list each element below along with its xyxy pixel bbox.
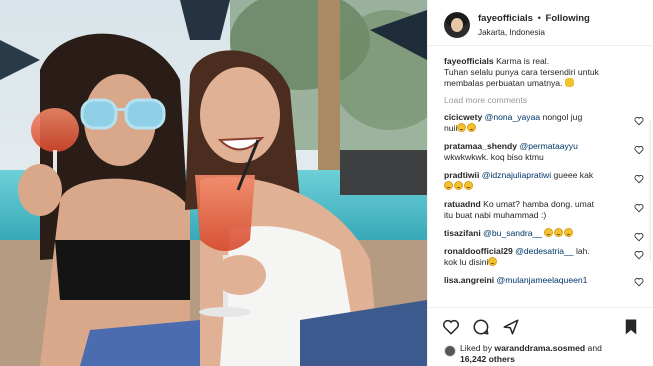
likes-count[interactable]: 16,242 others xyxy=(460,354,515,364)
comment-text: gueee kak xyxy=(551,170,594,180)
caption-line2: Tuhan selalu punya cara tersendiri untuk xyxy=(444,67,599,77)
heart-icon[interactable] xyxy=(634,174,644,184)
comment-username[interactable]: ronaldoofficial29 xyxy=(444,246,513,256)
bookmark-icon[interactable] xyxy=(622,318,640,336)
post-caption: fayeofficials Karma is real. Tuhan selal… xyxy=(444,56,644,89)
grin-emoji-icon xyxy=(467,123,477,132)
comment-text-line2: nuii xyxy=(444,123,458,133)
comment-item: pratamaa_shendy @permataayyu wkwkwkwk. k… xyxy=(444,141,644,163)
comment-mention[interactable]: @mulanjameelaqueen1 xyxy=(497,275,588,285)
comment-username[interactable]: ratuadnd xyxy=(444,199,481,209)
grin-emoji-icon xyxy=(554,228,564,237)
likes-summary: Liked by waranddrama.sosmed and 16,242 o… xyxy=(444,343,640,365)
comment-item: ronaldoofficial29 @dedesatria__ lah. kok… xyxy=(444,246,644,268)
post-side-panel: fayeofficials • Following Jakarta, Indon… xyxy=(427,0,653,366)
separator-dot: • xyxy=(537,13,541,24)
comment-mention[interactable]: @permataayyu xyxy=(519,141,577,151)
comment-item: cicicwety @nona_yayaa nongol jug nuii xyxy=(444,112,644,134)
pray-emoji-icon xyxy=(564,78,574,87)
comment-username[interactable]: lisa.angreini xyxy=(444,275,494,285)
likes-text: Liked by waranddrama.sosmed and 16,242 o… xyxy=(460,343,640,365)
post-location[interactable]: Jakarta, Indonesia xyxy=(478,28,545,37)
photo-illustration xyxy=(0,0,427,366)
comment-mention[interactable]: @nona_yayaa xyxy=(485,112,541,122)
comment-text: Ko umat? hamba dong. umat xyxy=(480,199,594,209)
comment-item: pradtiwii @idznajuliapratiwi gueee kak xyxy=(444,170,644,192)
comment-item: ratuadnd Ko umat? hamba dong. umat itu b… xyxy=(444,199,644,221)
comment-mention[interactable]: @idznajuliapratiwi xyxy=(482,170,551,180)
liker-avatar[interactable] xyxy=(444,345,456,357)
comment-mention[interactable]: @bu_sandra__ xyxy=(483,228,542,238)
grin-emoji-icon xyxy=(544,228,554,237)
heart-icon[interactable] xyxy=(634,232,644,242)
likes-prefix: Liked by xyxy=(460,343,493,353)
heart-icon[interactable] xyxy=(442,318,460,336)
heart-icon[interactable] xyxy=(634,277,644,287)
header-title-row: fayeofficials • Following xyxy=(478,13,590,24)
comment-item: lisa.angreini @mulanjameelaqueen1 xyxy=(444,275,644,287)
share-icon[interactable] xyxy=(502,318,520,336)
author-avatar[interactable] xyxy=(444,12,470,38)
likes-and: and xyxy=(587,343,602,353)
post-photo[interactable] xyxy=(0,0,427,366)
avatar-face xyxy=(451,18,463,32)
liker-username[interactable]: waranddrama.sosmed xyxy=(494,343,585,353)
comment-text-line2: wkwkwkwk. koq biso ktmu xyxy=(444,152,544,162)
heart-icon[interactable] xyxy=(634,250,644,260)
grin-emoji-icon xyxy=(444,181,453,190)
comment-username[interactable]: pratamaa_shendy xyxy=(444,141,517,151)
comments-scrollbar[interactable] xyxy=(649,120,651,260)
comments-section: fayeofficials Karma is real. Tuhan selal… xyxy=(444,56,644,287)
comment-username[interactable]: cicicwety xyxy=(444,112,482,122)
caption-username[interactable]: fayeofficials xyxy=(444,56,494,66)
comment-item: tisazifani @bu_sandra__ xyxy=(444,228,644,242)
grin-emoji-icon xyxy=(454,181,463,190)
comment-icon[interactable] xyxy=(472,318,490,336)
heart-icon[interactable] xyxy=(634,203,644,213)
comment-mention[interactable]: @dedesatria__ xyxy=(515,246,573,256)
comment-text: nongol jug xyxy=(540,112,583,122)
comment-text: lah. xyxy=(573,246,590,256)
heart-icon[interactable] xyxy=(634,116,644,126)
instagram-post: fayeofficials • Following Jakarta, Indon… xyxy=(0,0,653,366)
comment-username[interactable]: pradtiwii xyxy=(444,170,479,180)
grin-emoji-icon xyxy=(464,181,473,190)
load-more-comments[interactable]: Load more comments xyxy=(444,95,644,105)
post-header: fayeofficials • Following Jakarta, Indon… xyxy=(428,0,653,46)
comment-text-line2: kok lu disini xyxy=(444,257,489,267)
following-button[interactable]: Following xyxy=(546,13,590,24)
grin-emoji-icon xyxy=(564,228,574,237)
caption-line1: Karma is real. xyxy=(496,56,550,66)
post-actions-bar: Liked by waranddrama.sosmed and 16,242 o… xyxy=(428,307,653,366)
heart-icon[interactable] xyxy=(634,145,644,155)
grin-emoji-icon xyxy=(457,123,467,132)
author-username[interactable]: fayeofficials xyxy=(478,13,533,24)
caption-line3: membalas perbuatan umatnya. xyxy=(444,78,563,88)
grin-emoji-icon xyxy=(488,257,498,266)
comment-text-line2: itu buat nabi muhammad :) xyxy=(444,210,547,220)
comment-username[interactable]: tisazifani xyxy=(444,228,481,238)
